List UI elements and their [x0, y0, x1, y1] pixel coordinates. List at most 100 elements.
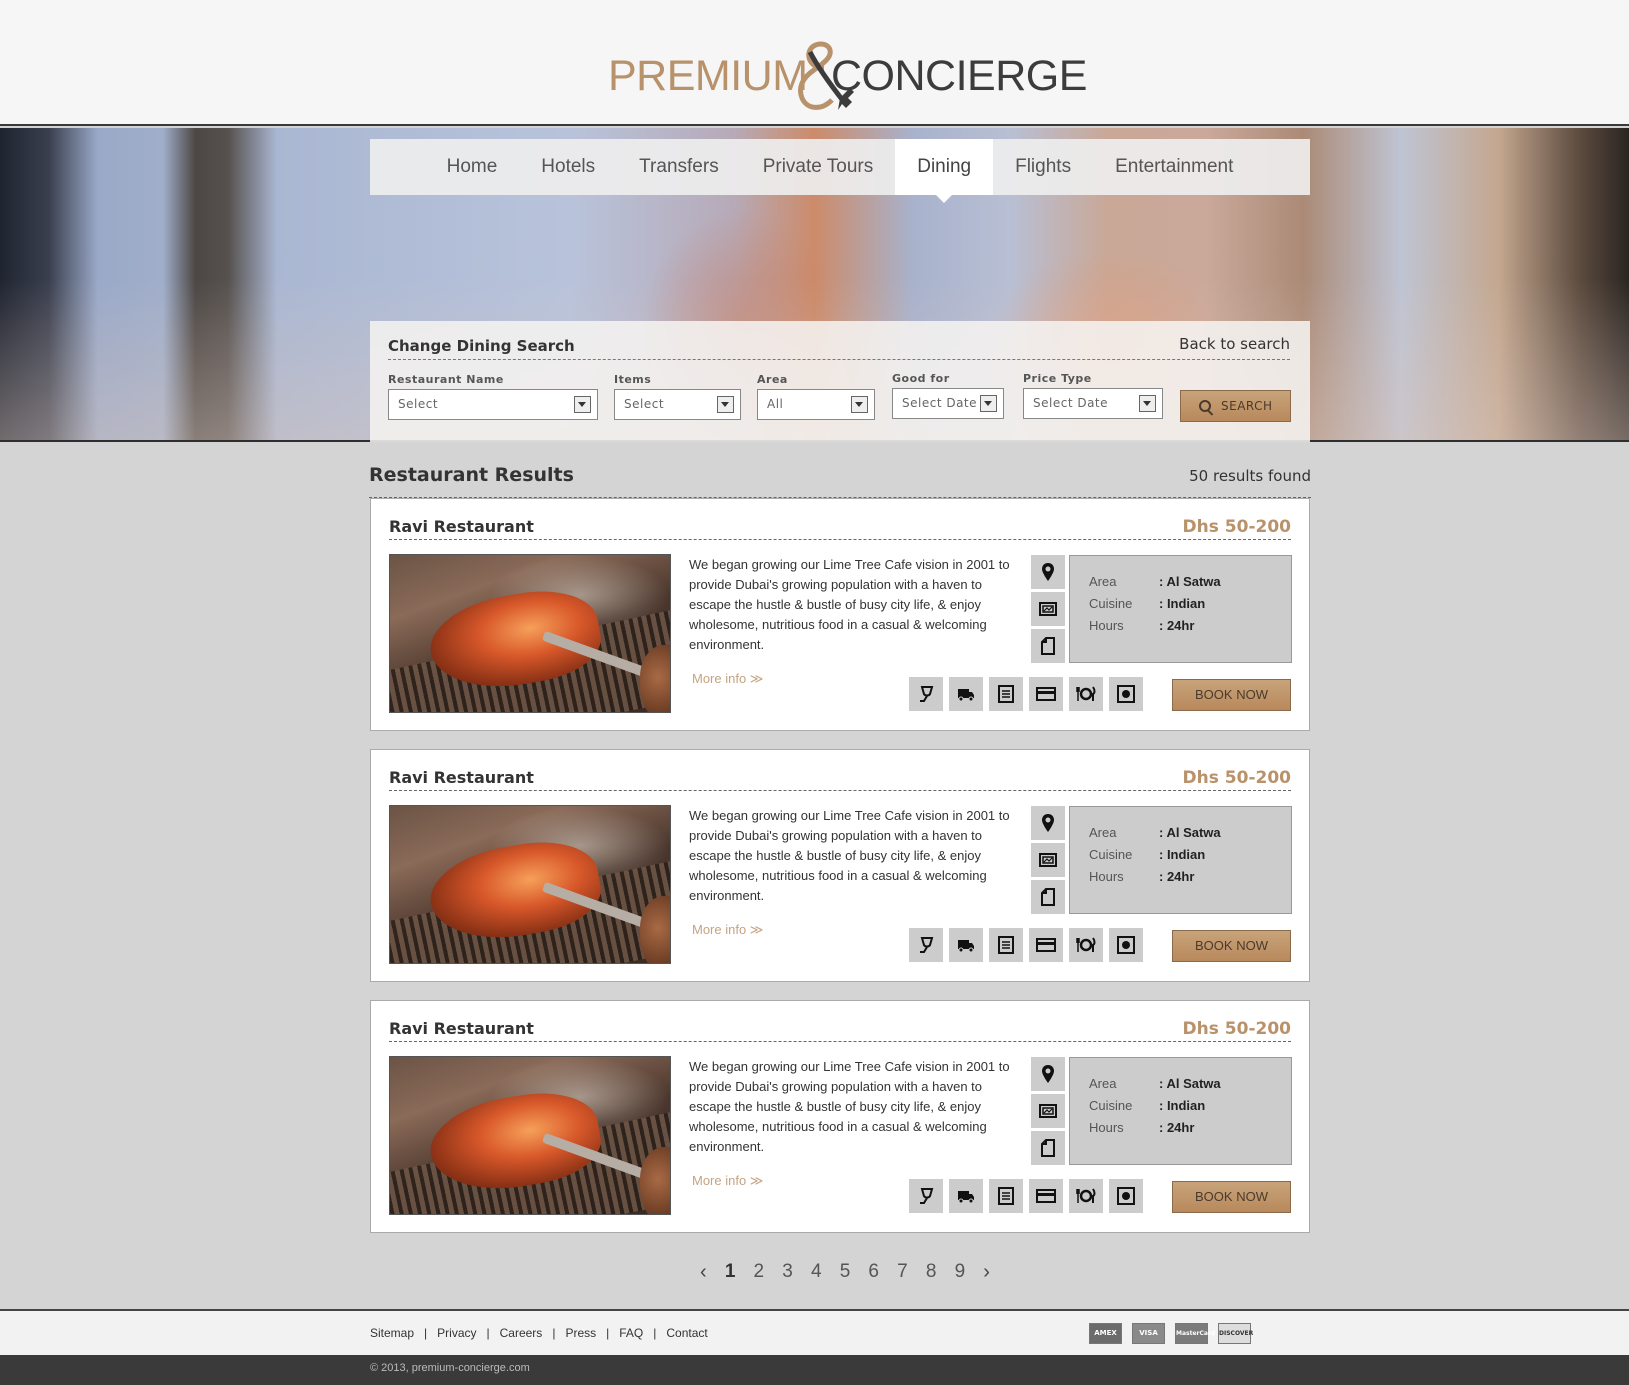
map-pin-icon[interactable] — [1031, 1057, 1065, 1091]
more-info-link[interactable]: More info ≫ — [692, 922, 763, 938]
main-nav: Home Hotels Transfers Private Tours Dini… — [370, 139, 1310, 203]
restaurant-name[interactable]: Ravi Restaurant — [389, 1019, 534, 1038]
dining-icon[interactable] — [1069, 1179, 1103, 1213]
restaurant-name[interactable]: Ravi Restaurant — [389, 517, 534, 536]
logo[interactable]: PREMIUM CONCIERGE — [608, 40, 1087, 120]
credit-card-icon[interactable] — [1029, 1179, 1063, 1213]
page-link[interactable]: 3 — [782, 1261, 793, 1283]
area-label: Area — [757, 373, 788, 386]
footer-link-press[interactable]: Press — [565, 1326, 596, 1340]
footer-link-contact[interactable]: Contact — [666, 1326, 707, 1340]
restaurant-info-box: Area: Al Satwa Cuisine: Indian Hours: 24… — [1069, 1057, 1292, 1165]
nav-item-entertainment[interactable]: Entertainment — [1093, 139, 1255, 195]
footer-link-sitemap[interactable]: Sitemap — [370, 1326, 414, 1340]
gallery-icon[interactable] — [1031, 1094, 1065, 1128]
page-link[interactable]: 6 — [868, 1261, 879, 1283]
document-icon[interactable] — [1031, 629, 1065, 663]
nav-item-home[interactable]: Home — [425, 139, 520, 195]
price-type-label: Price Type — [1023, 372, 1092, 385]
chevron-down-icon[interactable] — [717, 396, 734, 413]
chevron-down-icon[interactable] — [1139, 395, 1156, 412]
results-count: 50 results found — [1189, 467, 1311, 485]
more-info-link[interactable]: More info ≫ — [692, 1173, 763, 1189]
restaurant-price: Dhs 50-200 — [1182, 1019, 1291, 1039]
chevron-down-icon[interactable] — [574, 396, 591, 413]
gallery-icon[interactable] — [1031, 843, 1065, 877]
restaurant-photo[interactable] — [389, 1056, 671, 1215]
document-icon[interactable] — [1031, 1131, 1065, 1165]
back-to-search-link[interactable]: Back to search — [1179, 335, 1290, 353]
restaurant-info-box: Area: Al Satwa Cuisine: Indian Hours: 24… — [1069, 806, 1292, 914]
price-type-select[interactable]: Select Date — [1023, 388, 1163, 419]
items-field: Items Select — [614, 373, 741, 420]
search-button[interactable]: SEARCH — [1180, 390, 1291, 422]
chevron-down-icon[interactable] — [980, 395, 997, 412]
header: PREMIUM CONCIERGE — [0, 0, 1629, 126]
area-select[interactable]: All — [757, 389, 875, 420]
wine-icon[interactable] — [909, 928, 943, 962]
book-now-button[interactable]: BOOK NOW — [1172, 679, 1291, 711]
menu-list-icon[interactable] — [989, 1179, 1023, 1213]
info-value-cuisine: : Indian — [1159, 847, 1206, 862]
restaurant-photo[interactable] — [389, 554, 671, 713]
book-now-button[interactable]: BOOK NOW — [1172, 930, 1291, 962]
more-info-link[interactable]: More info ≫ — [692, 671, 763, 687]
delivery-truck-icon[interactable] — [949, 928, 983, 962]
results-title: Restaurant Results — [369, 464, 574, 486]
info-key-cuisine: Cuisine — [1089, 1098, 1133, 1113]
next-page-button[interactable]: › — [983, 1261, 990, 1284]
dining-icon[interactable] — [1069, 677, 1103, 711]
restaurant-description: We began growing our Lime Tree Cafe visi… — [689, 557, 1010, 652]
dining-icon[interactable] — [1069, 928, 1103, 962]
credit-card-icon[interactable] — [1029, 928, 1063, 962]
restaurant-description: We began growing our Lime Tree Cafe visi… — [689, 808, 1010, 903]
delivery-truck-icon[interactable] — [949, 1179, 983, 1213]
nav-item-flights[interactable]: Flights — [993, 139, 1093, 195]
nav-item-dining[interactable]: Dining — [895, 139, 994, 203]
wine-icon[interactable] — [909, 1179, 943, 1213]
info-key-area: Area — [1089, 574, 1117, 589]
nav-item-private-tours[interactable]: Private Tours — [741, 139, 896, 195]
menu-list-icon[interactable] — [989, 928, 1023, 962]
nav-item-hotels[interactable]: Hotels — [519, 139, 617, 195]
wine-icon[interactable] — [909, 677, 943, 711]
page-link[interactable]: 4 — [811, 1261, 822, 1283]
items-select[interactable]: Select — [614, 389, 741, 420]
page-link[interactable]: 8 — [926, 1261, 937, 1283]
map-pin-icon[interactable] — [1031, 555, 1065, 589]
page-link[interactable]: 2 — [754, 1261, 765, 1283]
restaurant-name[interactable]: Ravi Restaurant — [389, 768, 534, 787]
page-link-current[interactable]: 1 — [725, 1261, 736, 1283]
gallery-icon[interactable] — [1031, 592, 1065, 626]
delivery-truck-icon[interactable] — [949, 677, 983, 711]
restaurant-name-label: Restaurant Name — [388, 373, 504, 386]
footer-link-privacy[interactable]: Privacy — [437, 1326, 476, 1340]
page-link[interactable]: 7 — [897, 1261, 908, 1283]
feature-icon-row — [909, 928, 1149, 962]
info-key-cuisine: Cuisine — [1089, 847, 1133, 862]
restaurant-card: Ravi Restaurant Dhs 50-200 We began grow… — [370, 749, 1310, 982]
feature-icon-row — [909, 1179, 1149, 1213]
record-icon[interactable] — [1109, 928, 1143, 962]
good-for-select[interactable]: Select Date — [892, 388, 1004, 419]
nav-item-transfers[interactable]: Transfers — [617, 139, 741, 195]
map-pin-icon[interactable] — [1031, 806, 1065, 840]
document-icon[interactable] — [1031, 880, 1065, 914]
footer-link-careers[interactable]: Careers — [500, 1326, 543, 1340]
footer-links: Sitemap | Privacy | Careers | Press | FAQ | Contac… — [370, 1326, 708, 1340]
page-link[interactable]: 9 — [955, 1261, 966, 1283]
footer-link-faq[interactable]: FAQ — [619, 1326, 643, 1340]
area-value: All — [767, 397, 784, 411]
restaurant-name-select[interactable]: Select — [388, 389, 598, 420]
record-icon[interactable] — [1109, 677, 1143, 711]
chevron-down-icon[interactable] — [851, 396, 868, 413]
book-now-button[interactable]: BOOK NOW — [1172, 1181, 1291, 1213]
menu-list-icon[interactable] — [989, 677, 1023, 711]
record-icon[interactable] — [1109, 1179, 1143, 1213]
credit-card-icon[interactable] — [1029, 677, 1063, 711]
page-link[interactable]: 5 — [840, 1261, 851, 1283]
restaurant-photo[interactable] — [389, 805, 671, 964]
restaurant-price: Dhs 50-200 — [1182, 517, 1291, 537]
info-value-hours: : 24hr — [1159, 869, 1195, 884]
prev-page-button[interactable]: ‹ — [700, 1261, 707, 1284]
